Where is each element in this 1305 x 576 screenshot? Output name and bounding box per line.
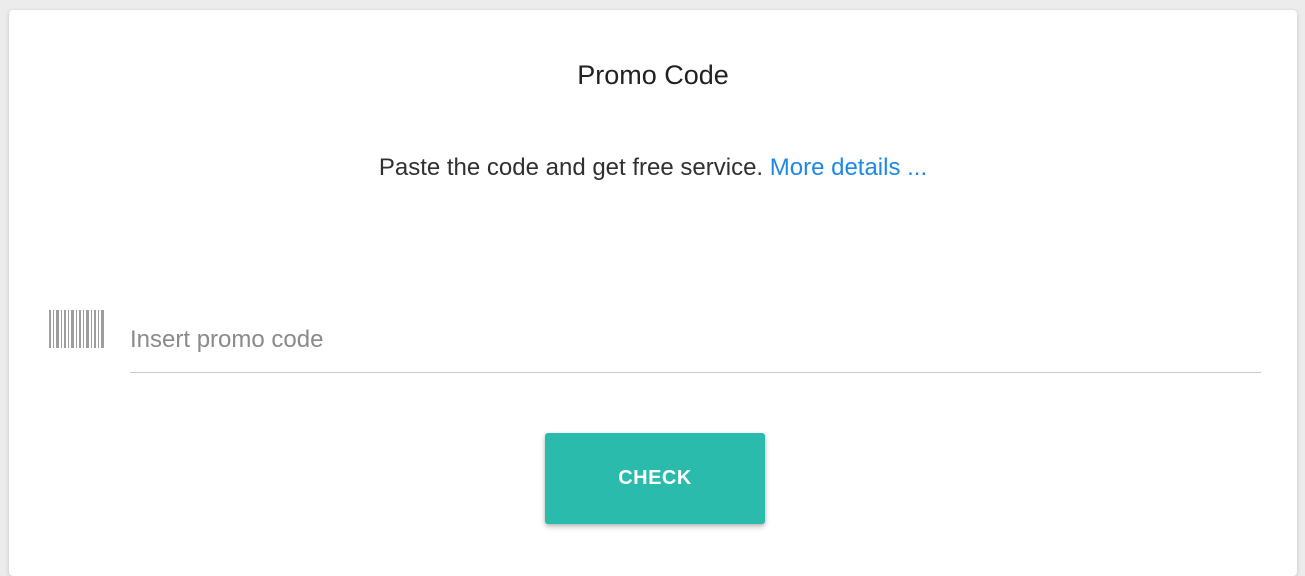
card-description: Paste the code and get free service. Mor…: [9, 151, 1297, 185]
card-title: Promo Code: [577, 60, 729, 90]
barcode-icon: [49, 310, 104, 348]
more-details-link[interactable]: More details ...: [770, 154, 927, 181]
description-text: Paste the code and get free service.: [378, 154, 764, 181]
promo-code-field: [130, 318, 1261, 373]
promo-code-card: Promo Code Paste the code and get free s…: [9, 10, 1297, 576]
check-button[interactable]: CHECK: [545, 433, 765, 524]
promo-code-input[interactable]: [130, 318, 1261, 362]
